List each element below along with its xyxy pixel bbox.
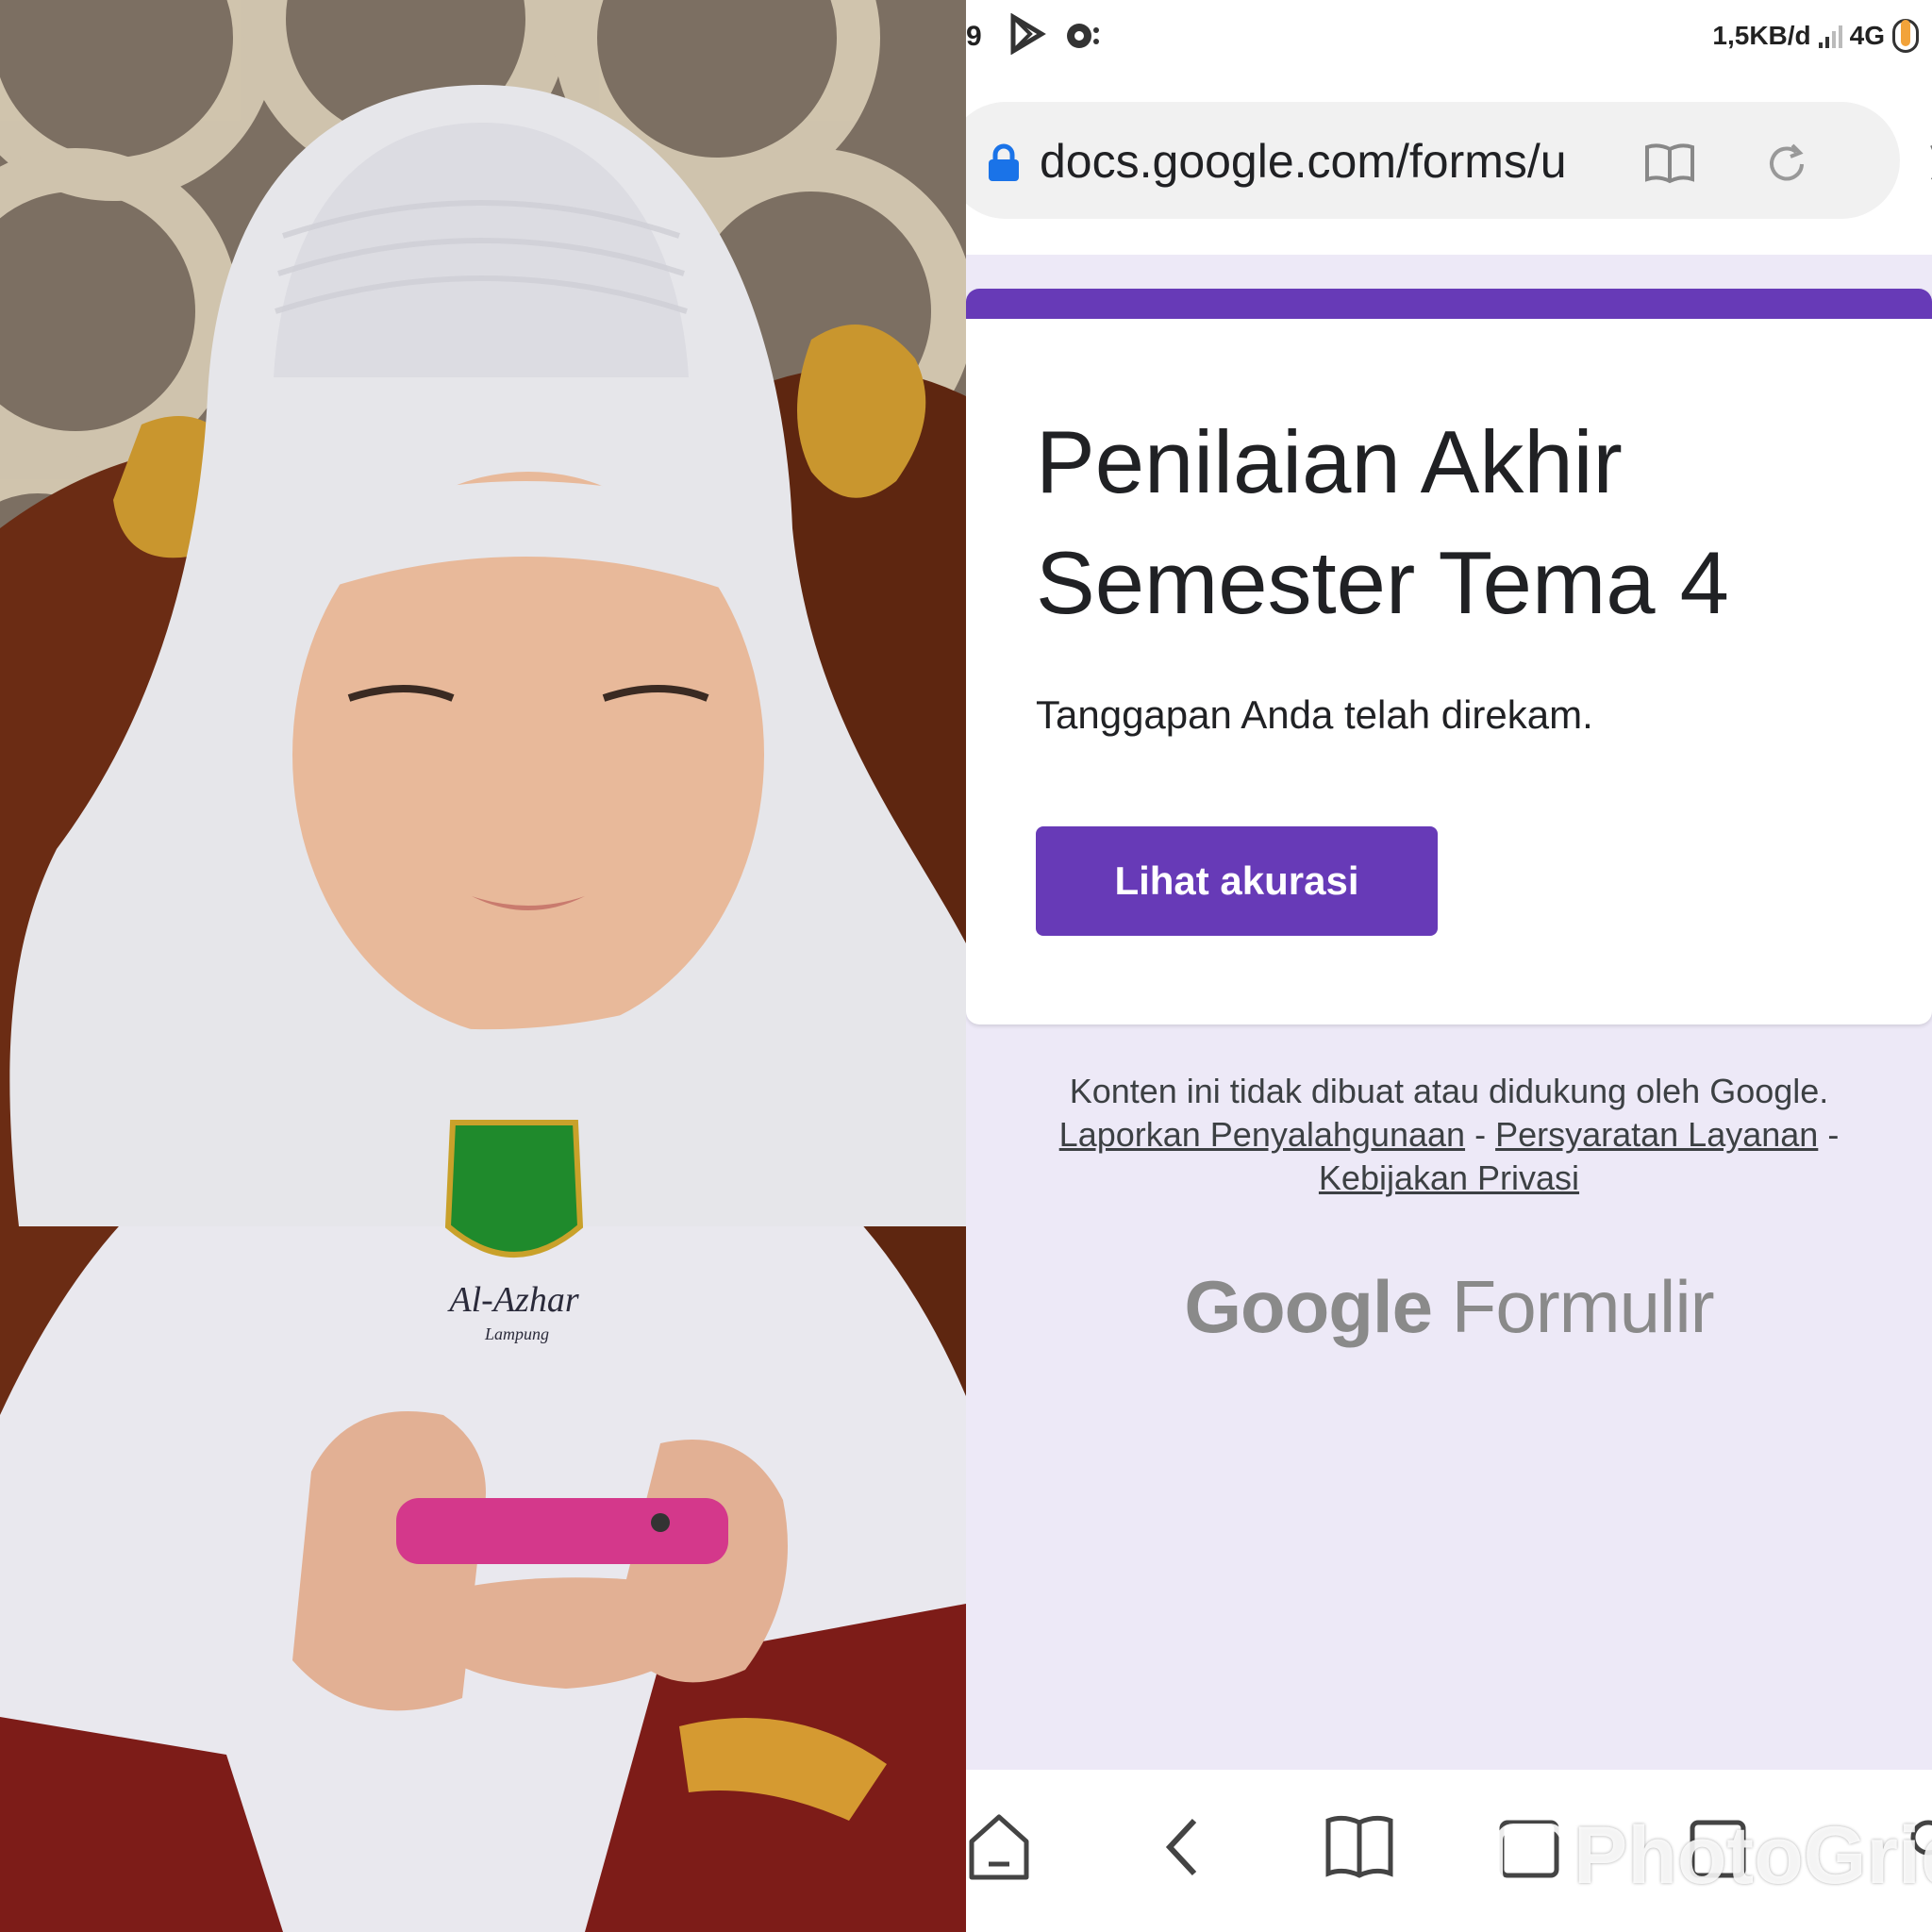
status-time: 9 [966, 21, 982, 52]
brand-product: Formulir [1451, 1265, 1715, 1348]
disclaimer-text: Konten ini tidak dibuat atau didukung ol… [1069, 1072, 1829, 1110]
star-icon[interactable] [1913, 142, 1932, 193]
address-bar[interactable]: docs.google.com/forms/u [966, 102, 1900, 219]
confirmation-message: Tanggapan Anda telah direkam. [1036, 692, 1593, 737]
report-abuse-link[interactable]: Laporkan Penyalahgunaan [1059, 1115, 1465, 1154]
form-accent-band [966, 289, 1932, 319]
url-text[interactable]: docs.google.com/forms/u [1040, 134, 1568, 189]
student-photo: Al-Azhar Lampung [0, 0, 966, 1932]
bookmarks-icon[interactable] [1324, 1809, 1394, 1890]
form-confirmation-card: Penilaian Akhir Semester Tema 4 Tanggapa… [966, 289, 1932, 1024]
back-icon[interactable] [1155, 1809, 1211, 1890]
phone-screenshot: 9 1,5KB/d 4G docs.google.com/forms/u Pen… [966, 0, 1932, 1932]
photogrid-watermark: PhotoGrid [1496, 1809, 1932, 1903]
battery-icon [1892, 19, 1919, 53]
footer-links: Laporkan Penyalahgunaan - Persyaratan La… [966, 1113, 1932, 1157]
badge-text: Al-Azhar [446, 1280, 578, 1320]
status-bar: 9 1,5KB/d 4G [966, 0, 1932, 75]
status-right: 1,5KB/d 4G [1712, 19, 1919, 53]
watermark-text: PhotoGrid [1574, 1810, 1932, 1901]
browser-toolbar: docs.google.com/forms/u [966, 75, 1932, 255]
privacy-link[interactable]: Kebijakan Privasi [1319, 1158, 1579, 1197]
reload-icon[interactable] [1762, 140, 1811, 193]
network-speed: 1,5KB/d [1712, 21, 1811, 50]
link-separator: - [1827, 1115, 1840, 1154]
network-type: 4G [1849, 21, 1885, 50]
link-separator: - [1474, 1115, 1487, 1154]
brand-google: Google [1184, 1265, 1433, 1348]
terms-link[interactable]: Persyaratan Layanan [1495, 1115, 1818, 1154]
student-photo-illustration: Al-Azhar Lampung [0, 0, 966, 1932]
reader-mode-icon[interactable] [1643, 140, 1696, 190]
home-icon[interactable] [966, 1809, 1032, 1890]
google-forms-logo: Google Formulir [966, 1264, 1932, 1350]
lock-icon[interactable] [987, 143, 1021, 181]
photogrid-logo-icon [1496, 1823, 1566, 1890]
view-accuracy-button[interactable]: Lihat akurasi [1036, 826, 1438, 936]
signal-icon [1818, 24, 1842, 48]
form-footer: Konten ini tidak dibuat atau didukung ol… [966, 1070, 1932, 1200]
notification-icon [1060, 13, 1102, 59]
form-title: Penilaian Akhir Semester Tema 4 [1036, 412, 1729, 632]
badge-subtext: Lampung [484, 1324, 549, 1343]
play-store-icon [1006, 12, 1047, 59]
